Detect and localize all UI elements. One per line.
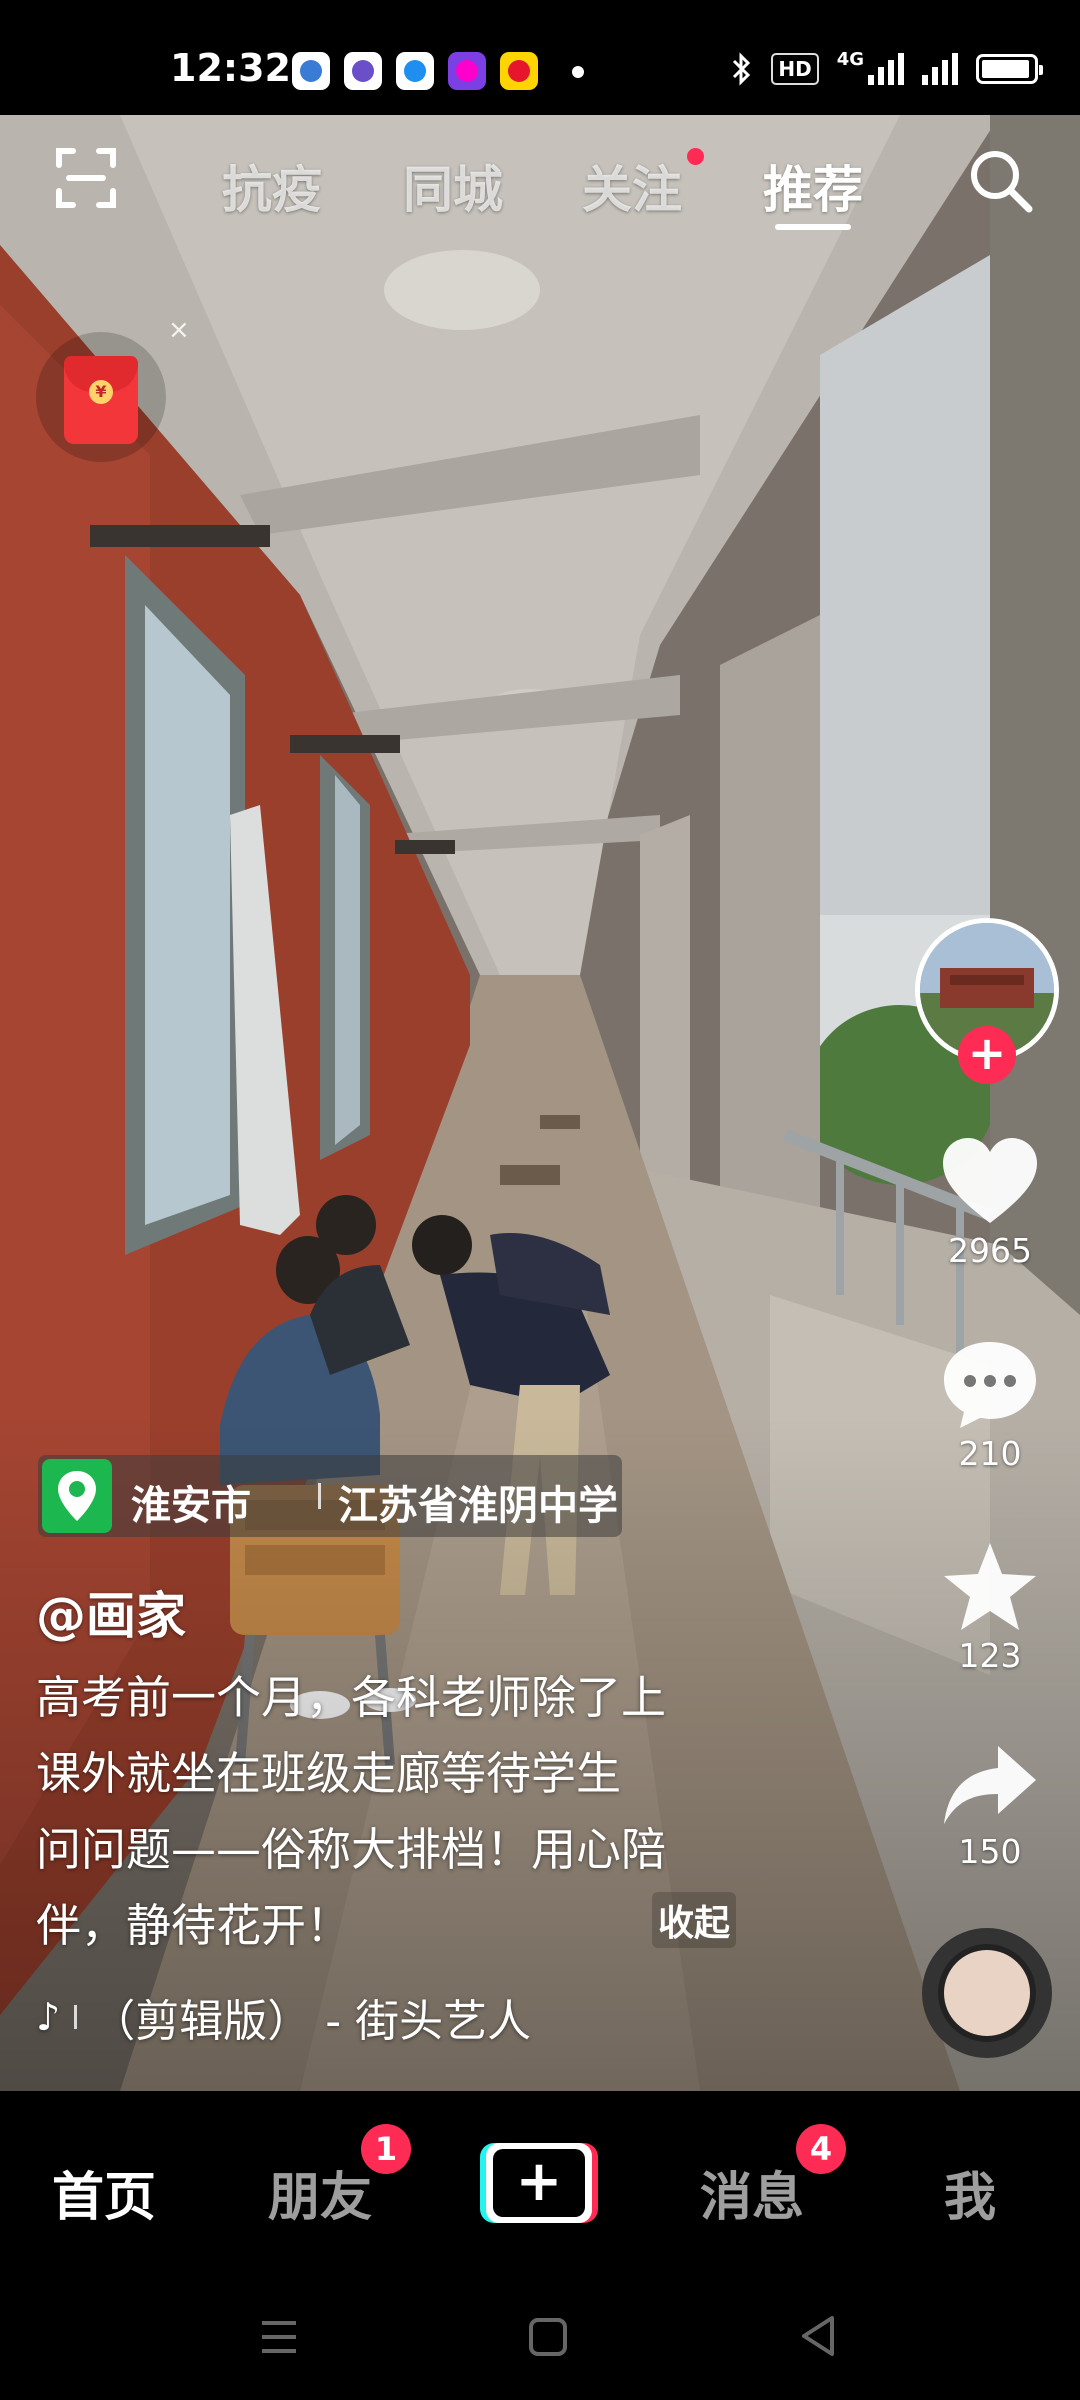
nav-friends[interactable]: 朋友 [268,2155,372,2230]
app-notification-icon [448,52,486,90]
nav-me[interactable]: 我 [944,2155,996,2230]
location-poi: 江苏省淮阴中学 [338,1483,618,1529]
heart-icon [943,1138,1037,1223]
notification-icons [292,52,538,90]
status-indicators: HD 4G [731,48,1043,86]
bluetooth-icon [733,52,751,86]
red-packet-coin: ¥ [89,380,113,404]
star-icon [944,1543,1036,1630]
hd-badge: HD [771,53,819,85]
music-note-icon: ♪ [36,1995,61,2039]
weibo-notification-icon [500,52,538,90]
music-title: （剪辑版） - 街头艺人 [91,1996,532,2047]
share-icon [944,1746,1036,1824]
network-type: 4G [836,48,864,70]
scan-icon[interactable] [55,147,117,209]
music-info[interactable]: ♪ （剪辑版） - 街头艺人 [36,1985,531,2049]
share-button[interactable]: 150 [930,1742,1050,1871]
tab-nearby[interactable]: 同城 [403,150,503,222]
location-city: 淮安市 [131,1483,251,1529]
share-count: 150 [958,1832,1022,1871]
like-count: 2965 [948,1231,1032,1270]
more-notifications-dot [572,66,584,78]
nav-messages[interactable]: 消息 [700,2155,804,2230]
app-notification-icon [396,52,434,90]
location-pin-icon [42,1459,112,1533]
location-tag[interactable]: 淮安市 江苏省淮阴中学 [38,1455,622,1537]
signal-icon [868,53,904,85]
signal-icon-2 [922,53,958,85]
search-icon[interactable] [966,146,1036,216]
follow-button[interactable]: + [958,1026,1016,1084]
red-packet-icon: ¥ [64,356,138,444]
comment-count: 210 [958,1434,1022,1473]
tab-recommended[interactable]: 推荐 [763,150,863,222]
messages-badge: 4 [796,2124,846,2174]
music-disc-icon[interactable] [922,1928,1052,2058]
plus-icon: + [493,2149,585,2217]
red-packet-button[interactable]: ¥ [36,332,166,462]
description-line: 问问题——俗称大排档！用心陪 [36,1823,667,1876]
active-tab-indicator [775,224,851,230]
nav-home[interactable]: 首页 [52,2155,156,2230]
app-notification-icon [292,52,330,90]
friends-badge: 1 [361,2124,411,2174]
top-nav [0,115,1080,245]
author-name[interactable]: @画家 [36,1576,186,1648]
location-separator [318,1483,321,1509]
red-packet-close-icon[interactable]: × [168,315,190,345]
status-bar: 12:32 HD 4G [0,0,1080,115]
collapse-button[interactable]: 收起 [652,1892,737,1948]
comment-button[interactable]: 210 [930,1338,1050,1473]
tab-following[interactable]: 关注 [582,150,682,222]
create-button[interactable]: + [480,2143,598,2223]
back-icon[interactable] [798,2314,838,2358]
comment-icon [944,1342,1036,1428]
description-line: 课外就坐在班级走廊等待学生 [36,1747,622,1800]
favorite-button[interactable]: 123 [930,1540,1050,1675]
description-line: 高考前一个月，各科老师除了上 [36,1671,667,1724]
tab-anti-epidemic[interactable]: 抗疫 [222,150,322,222]
favorite-count: 123 [958,1636,1022,1675]
following-unread-dot [687,148,704,165]
system-nav-bar [0,2281,1080,2400]
like-button[interactable]: 2965 [930,1135,1050,1270]
battery-icon [976,54,1043,84]
menu-icon[interactable] [258,2317,300,2357]
status-time: 12:32 [170,46,291,90]
music-separator [74,2005,78,2029]
home-icon[interactable] [527,2316,569,2358]
app-notification-icon [344,52,382,90]
